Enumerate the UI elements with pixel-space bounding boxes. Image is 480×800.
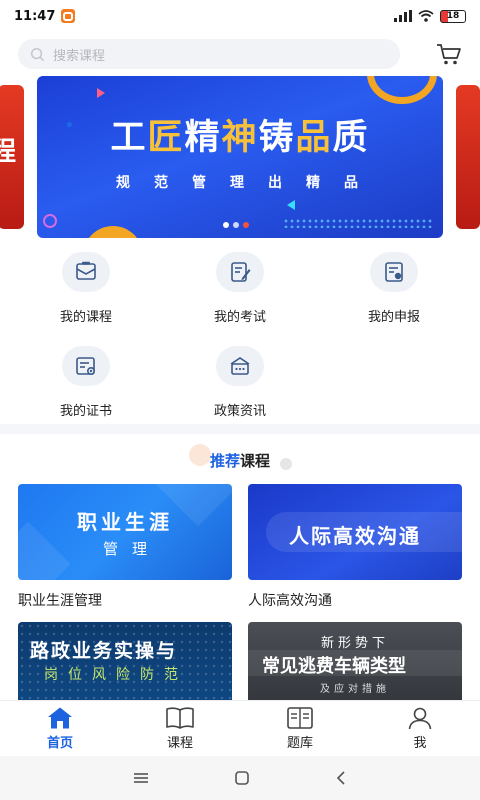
banner-slide[interactable]: 工匠精神铸品质 规范管理出精品 bbox=[37, 76, 443, 238]
back-icon[interactable] bbox=[335, 770, 347, 786]
app-notification-icon bbox=[61, 9, 76, 23]
tab-courses[interactable]: 课程 bbox=[120, 701, 240, 756]
status-bar: 11:47 18 bbox=[0, 0, 480, 32]
recommended-header: 推荐课程 bbox=[0, 444, 480, 478]
recommended-title: 推荐课程 bbox=[0, 450, 480, 471]
search-icon bbox=[30, 47, 45, 61]
search-input[interactable]: 搜索课程 bbox=[18, 39, 400, 69]
tab-label: 我 bbox=[413, 736, 427, 751]
menu-item-my-certificates[interactable]: 我的证书 bbox=[26, 346, 146, 419]
banner-triangle-decoration bbox=[97, 88, 105, 98]
banner-title: 工匠精神铸品质 bbox=[37, 116, 443, 160]
thumb-kicker: 新形势下 bbox=[320, 636, 389, 651]
banner-title-char: 质 bbox=[332, 118, 370, 158]
banner-prev-peek[interactable] bbox=[0, 85, 24, 229]
pager-dot[interactable] bbox=[223, 222, 229, 228]
search-placeholder: 搜索课程 bbox=[53, 48, 106, 64]
course-name: 人际高效沟通 bbox=[248, 593, 332, 609]
exam-icon bbox=[216, 252, 264, 292]
banner-title-char: 品 bbox=[295, 118, 333, 158]
system-nav-bar bbox=[0, 756, 480, 800]
banner-subtitle: 规范管理出精品 bbox=[116, 175, 382, 191]
course-icon bbox=[62, 252, 110, 292]
menu-label: 政策资讯 bbox=[213, 404, 266, 419]
tab-profile[interactable]: 我 bbox=[360, 701, 480, 756]
cart-icon bbox=[437, 44, 461, 65]
cart-button[interactable] bbox=[434, 39, 464, 69]
banner-next-peek[interactable] bbox=[456, 85, 480, 229]
menu-label: 我的课程 bbox=[59, 310, 112, 325]
thumb-title: 常见逃费车辆类型 bbox=[262, 656, 406, 677]
search-row: 搜索课程 bbox=[0, 36, 480, 72]
banner-triangle-decoration bbox=[287, 200, 295, 210]
course-name: 职业生涯管理 bbox=[18, 593, 102, 609]
banner-circle-decoration bbox=[43, 214, 57, 228]
menu-label: 我的申报 bbox=[367, 310, 420, 325]
banner-dot-pattern bbox=[283, 218, 433, 228]
recommended-title-accent: 推荐 bbox=[209, 452, 240, 470]
tab-home[interactable]: 首页 bbox=[0, 701, 120, 756]
status-time: 11:47 bbox=[14, 8, 56, 24]
signal-icon bbox=[394, 10, 412, 22]
thumb-subtitle: 及应对措施 bbox=[320, 684, 390, 695]
wifi-icon bbox=[418, 10, 434, 22]
banner-title-char: 铸 bbox=[258, 118, 296, 158]
menu-label: 我的考试 bbox=[213, 310, 266, 325]
bottom-tab-bar: 首页 课程 题库 我 bbox=[0, 700, 480, 756]
menu-icon[interactable] bbox=[133, 772, 149, 784]
battery-icon: 18 bbox=[440, 9, 466, 23]
app-screen: 11:47 18 搜索课程 程 工匠精神铸品质 规范管理出精品 我的课程 我的考… bbox=[0, 0, 480, 800]
banner-ring-decoration bbox=[367, 76, 437, 104]
tab-label: 题库 bbox=[286, 736, 313, 751]
course-card[interactable]: 职业生涯 管理 职业生涯管理 bbox=[18, 484, 232, 610]
thumb-subtitle: 岗位风险防范 bbox=[44, 667, 188, 683]
tab-question-bank[interactable]: 题库 bbox=[240, 701, 360, 756]
banner-title-char: 神 bbox=[221, 118, 259, 158]
menu-item-my-declarations[interactable]: 我的申报 bbox=[334, 252, 454, 325]
course-card[interactable]: 人际高效沟通 人际高效沟通 bbox=[248, 484, 462, 610]
profile-icon bbox=[408, 707, 432, 730]
section-divider bbox=[0, 424, 480, 434]
battery-level: 18 bbox=[446, 10, 460, 21]
thumb-subtitle: 管理 bbox=[102, 540, 161, 558]
banner-title-char: 精 bbox=[184, 118, 222, 158]
banner-title-char: 匠 bbox=[147, 118, 185, 158]
home-icon bbox=[48, 707, 72, 729]
thumb-title: 路政业务实操与 bbox=[30, 640, 178, 662]
banner-title-char: 工 bbox=[110, 118, 148, 158]
question-bank-icon bbox=[287, 707, 313, 729]
carousel-pager[interactable] bbox=[223, 222, 249, 228]
banner-carousel[interactable]: 工匠精神铸品质 规范管理出精品 bbox=[0, 76, 480, 240]
tab-label: 首页 bbox=[46, 736, 73, 751]
recommended-title-rest: 课程 bbox=[240, 452, 271, 470]
course-thumbnail[interactable]: 人际高效沟通 bbox=[248, 484, 462, 580]
banner-ball-decoration bbox=[83, 226, 143, 238]
menu-item-my-exams[interactable]: 我的考试 bbox=[180, 252, 300, 325]
thumb-title: 职业生涯 bbox=[77, 510, 173, 534]
menu-item-my-courses[interactable]: 我的课程 bbox=[26, 252, 146, 325]
home-square-icon[interactable] bbox=[234, 770, 250, 786]
pager-dot[interactable] bbox=[243, 222, 249, 228]
menu-item-policy-news[interactable]: 政策资讯 bbox=[180, 346, 300, 419]
course-thumbnail[interactable]: 职业生涯 管理 bbox=[18, 484, 232, 580]
pager-dot[interactable] bbox=[233, 222, 239, 228]
thumb-title: 人际高效沟通 bbox=[289, 524, 421, 548]
certificate-icon bbox=[62, 346, 110, 386]
book-icon bbox=[166, 707, 194, 729]
quick-menu: 我的课程 我的考试 我的申报 我的证书 政策资讯 bbox=[0, 248, 480, 424]
declare-icon bbox=[370, 252, 418, 292]
policy-icon bbox=[216, 346, 264, 386]
status-indicators: 18 bbox=[394, 9, 466, 23]
tab-label: 课程 bbox=[166, 736, 193, 751]
menu-label: 我的证书 bbox=[59, 404, 112, 419]
